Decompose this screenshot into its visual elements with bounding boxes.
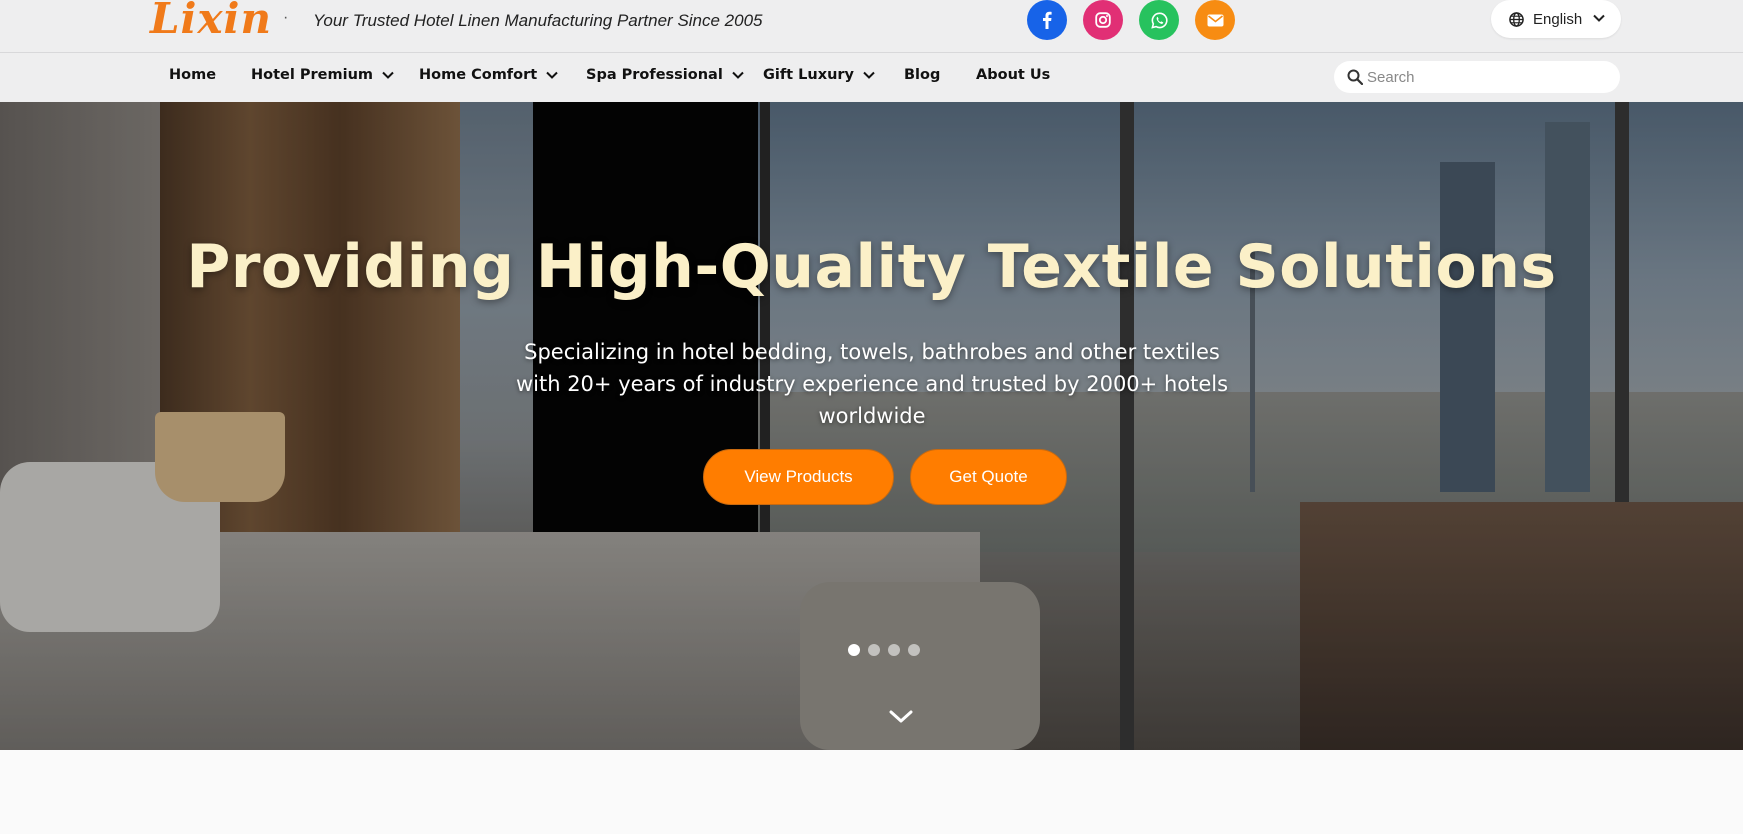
separator-dot: · (283, 9, 289, 26)
site-header: Lixin · Your Trusted Hotel Linen Manufac… (0, 0, 1743, 102)
email-link[interactable] (1195, 0, 1235, 40)
carousel-dot[interactable] (888, 644, 900, 656)
search-icon (1347, 69, 1363, 85)
nav-item-home-comfort[interactable]: Home Comfort (419, 67, 558, 83)
whatsapp-icon (1150, 11, 1168, 29)
chevron-down-icon (546, 71, 558, 79)
nav-item-home[interactable]: Home (169, 67, 216, 83)
nav-item-spa-professional[interactable]: Spa Professional (586, 67, 744, 83)
nav-item-label: Hotel Premium (251, 67, 374, 83)
facebook-link[interactable] (1027, 0, 1067, 40)
get-quote-button[interactable]: Get Quote (910, 449, 1067, 505)
nav-item-hotel-premium[interactable]: Hotel Premium (251, 67, 394, 83)
top-bar: Lixin · Your Trusted Hotel Linen Manufac… (0, 0, 1743, 53)
tagline: Your Trusted Hotel Linen Manufacturing P… (313, 11, 763, 30)
facebook-icon (1043, 11, 1052, 29)
hero-title: Providing High-Quality Textile Solutions (186, 232, 1557, 302)
whatsapp-link[interactable] (1139, 0, 1179, 40)
nav-item-blog[interactable]: Blog (904, 67, 940, 83)
chevron-down-icon (732, 71, 744, 79)
language-label: English (1533, 10, 1583, 28)
search-input[interactable] (1367, 68, 1607, 86)
hero-subtitle: Specializing in hotel bedding, towels, b… (515, 340, 1229, 428)
nav-item-label: About Us (976, 67, 1051, 83)
chevron-down-icon (863, 71, 875, 79)
hero-banner: Providing High-Quality Textile Solutions… (0, 102, 1743, 750)
email-icon (1207, 14, 1223, 26)
instagram-icon (1095, 12, 1111, 28)
nav-item-label: Blog (904, 67, 941, 83)
main-nav: Home Hotel Premium Home Comfort Spa Prof… (0, 53, 1743, 102)
globe-icon (1509, 11, 1524, 27)
carousel-dot[interactable] (908, 644, 920, 656)
logo[interactable]: Lixin (150, 0, 272, 43)
nav-item-label: Home Comfort (419, 67, 538, 83)
chevron-down-icon (1593, 14, 1605, 22)
carousel-dot[interactable] (848, 644, 860, 656)
instagram-link[interactable] (1083, 0, 1123, 40)
nav-item-label: Spa Professional (586, 67, 723, 83)
view-products-button[interactable]: View Products (703, 449, 894, 505)
nav-item-label: Gift Luxury (763, 67, 855, 83)
nav-item-label: Home (169, 67, 217, 83)
nav-item-gift-luxury[interactable]: Gift Luxury (763, 67, 875, 83)
language-selector[interactable]: English (1491, 0, 1621, 38)
nav-item-about-us[interactable]: About Us (976, 67, 1050, 83)
scroll-down-chevron-icon[interactable] (889, 710, 913, 724)
search-box (1334, 61, 1620, 93)
chevron-down-icon (382, 71, 394, 79)
carousel-dots (848, 644, 920, 656)
carousel-dot[interactable] (868, 644, 880, 656)
